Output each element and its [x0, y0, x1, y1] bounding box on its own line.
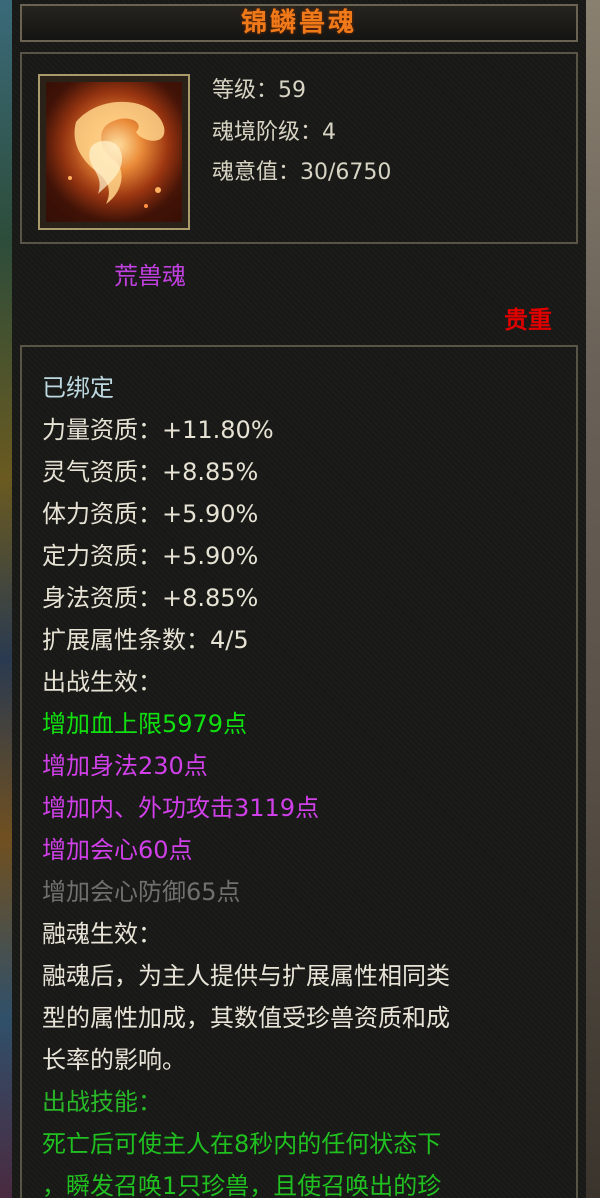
rarity-label: 贵重: [504, 300, 552, 335]
fire-soul-icon: [46, 82, 182, 222]
battle-effect-crit: 增加会心60点: [42, 835, 193, 865]
skill-line-1: 死亡后可使主人在8秒内的任何状态下: [42, 1129, 441, 1159]
skill-heading: 出战技能：: [42, 1087, 162, 1117]
background-right-edge: [586, 0, 600, 1198]
fusion-line-3: 长率的影响。: [42, 1045, 186, 1075]
battle-effect-hp: 增加血上限5979点: [42, 709, 247, 739]
item-tooltip-panel: 锦鳞兽魂: [12, 0, 586, 1198]
fusion-line-1: 融魂后，为主人提供与扩展属性相同类: [42, 961, 450, 991]
aptitude-stamina: 体力资质：+5.90%: [42, 499, 258, 529]
aptitude-agility: 身法资质：+8.85%: [42, 583, 258, 613]
item-icon-frame: [38, 74, 190, 230]
bound-status: 已绑定: [42, 373, 114, 403]
stat-soul-rank: 魂境阶级：4: [212, 114, 336, 146]
item-details-block: 已绑定 力量资质：+11.80% 灵气资质：+8.85% 体力资质：+5.90%…: [20, 345, 578, 1198]
battle-effect-agility: 增加身法230点: [42, 751, 208, 781]
item-header-block: 等级：59 魂境阶级：4 魂意值：30/6750: [20, 52, 578, 244]
background-left-edge: [0, 0, 12, 1198]
fusion-line-2: 型的属性加成，其数值受珍兽资质和成: [42, 1003, 450, 1033]
soul-type-label: 荒兽魂: [114, 256, 186, 291]
stat-soul-value: 魂意值：30/6750: [212, 154, 391, 186]
battle-effect-heading: 出战生效：: [42, 667, 162, 697]
skill-line-2: ，瞬发召唤1只珍兽，且使召唤出的珍: [42, 1171, 441, 1198]
fusion-heading: 融魂生效：: [42, 919, 162, 949]
battle-effect-attack: 增加内、外功攻击3119点: [42, 793, 319, 823]
tooltip-window: 锦鳞兽魂: [0, 0, 600, 1198]
item-title: 锦鳞兽魂: [241, 8, 357, 38]
battle-effect-crit-defense: 增加会心防御65点: [42, 877, 241, 907]
ext-attr-count: 扩展属性条数：4/5: [42, 625, 249, 655]
aptitude-spirit: 灵气资质：+8.85%: [42, 457, 258, 487]
stat-level: 等级：59: [212, 72, 306, 104]
aptitude-focus: 定力资质：+5.90%: [42, 541, 258, 571]
aptitude-strength: 力量资质：+11.80%: [42, 415, 274, 445]
title-bar: 锦鳞兽魂: [20, 4, 578, 42]
